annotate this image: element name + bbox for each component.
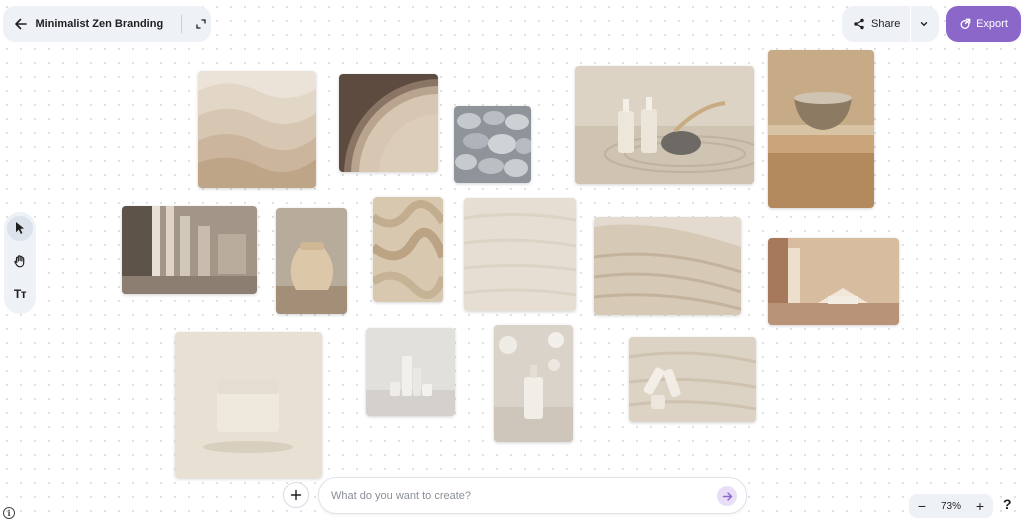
cursor-arrow-icon	[16, 222, 24, 235]
zoom-out-button[interactable]: −	[915, 499, 929, 513]
info-label: i	[7, 508, 11, 518]
hand-icon	[14, 255, 25, 268]
bottles-on-stone-image[interactable]	[629, 337, 756, 422]
text-tool-button[interactable]: Tт	[7, 281, 33, 306]
project-title[interactable]: Minimalist Zen Branding	[35, 18, 163, 30]
cream-jar-image[interactable]	[175, 332, 322, 478]
select-tool-button[interactable]	[7, 216, 33, 241]
export-label: Export	[976, 18, 1008, 30]
serum-bottle-bokeh-image[interactable]	[494, 325, 573, 442]
minimal-room-image[interactable]	[768, 238, 899, 325]
linen-fabric-image[interactable]	[373, 197, 443, 302]
ceramic-bowl-wood-image[interactable]	[768, 50, 874, 208]
travertine-stone-image[interactable]	[594, 217, 741, 315]
send-button[interactable]	[717, 486, 737, 506]
light-corridor-image[interactable]	[122, 206, 257, 294]
text-tool-icon: Tт	[13, 286, 27, 301]
expand-icon	[195, 19, 206, 29]
arrow-left-icon	[15, 18, 28, 30]
share-icon	[854, 18, 864, 30]
sand-dune-waves-image[interactable]	[198, 71, 316, 188]
clay-vase-image[interactable]	[276, 208, 347, 314]
prompt-bar	[318, 477, 747, 514]
share-button[interactable]: Share	[842, 6, 910, 42]
serum-bottles-sand-image[interactable]	[575, 66, 754, 184]
project-title-bar: Minimalist Zen Branding	[3, 6, 211, 42]
plus-icon	[290, 489, 302, 501]
expand-button[interactable]	[190, 12, 211, 36]
arrow-right-icon	[722, 491, 732, 501]
share-label: Share	[871, 18, 901, 30]
zen-stones-image[interactable]	[454, 106, 531, 183]
pan-tool-button[interactable]	[7, 249, 33, 274]
chevron-down-icon	[921, 22, 928, 26]
share-group: Share	[842, 6, 939, 42]
left-toolbar: Tт	[4, 212, 36, 314]
wood-grain-texture-image[interactable]	[464, 198, 576, 311]
help-button[interactable]: ?	[1003, 496, 1012, 512]
export-button[interactable]: Export	[946, 6, 1021, 42]
share-dropdown-button[interactable]	[911, 6, 937, 42]
wood-rings-image[interactable]	[339, 74, 438, 172]
zoom-level: 73%	[940, 500, 961, 512]
title-divider	[181, 15, 183, 33]
info-icon[interactable]: i	[3, 507, 15, 519]
add-button[interactable]	[283, 482, 309, 508]
prompt-input[interactable]	[331, 489, 701, 502]
zoom-in-button[interactable]: +	[973, 499, 987, 513]
product-lineup-image[interactable]	[366, 328, 455, 416]
zoom-controls: − 73% +	[909, 494, 993, 518]
export-icon	[960, 18, 971, 29]
back-button[interactable]	[9, 10, 33, 38]
